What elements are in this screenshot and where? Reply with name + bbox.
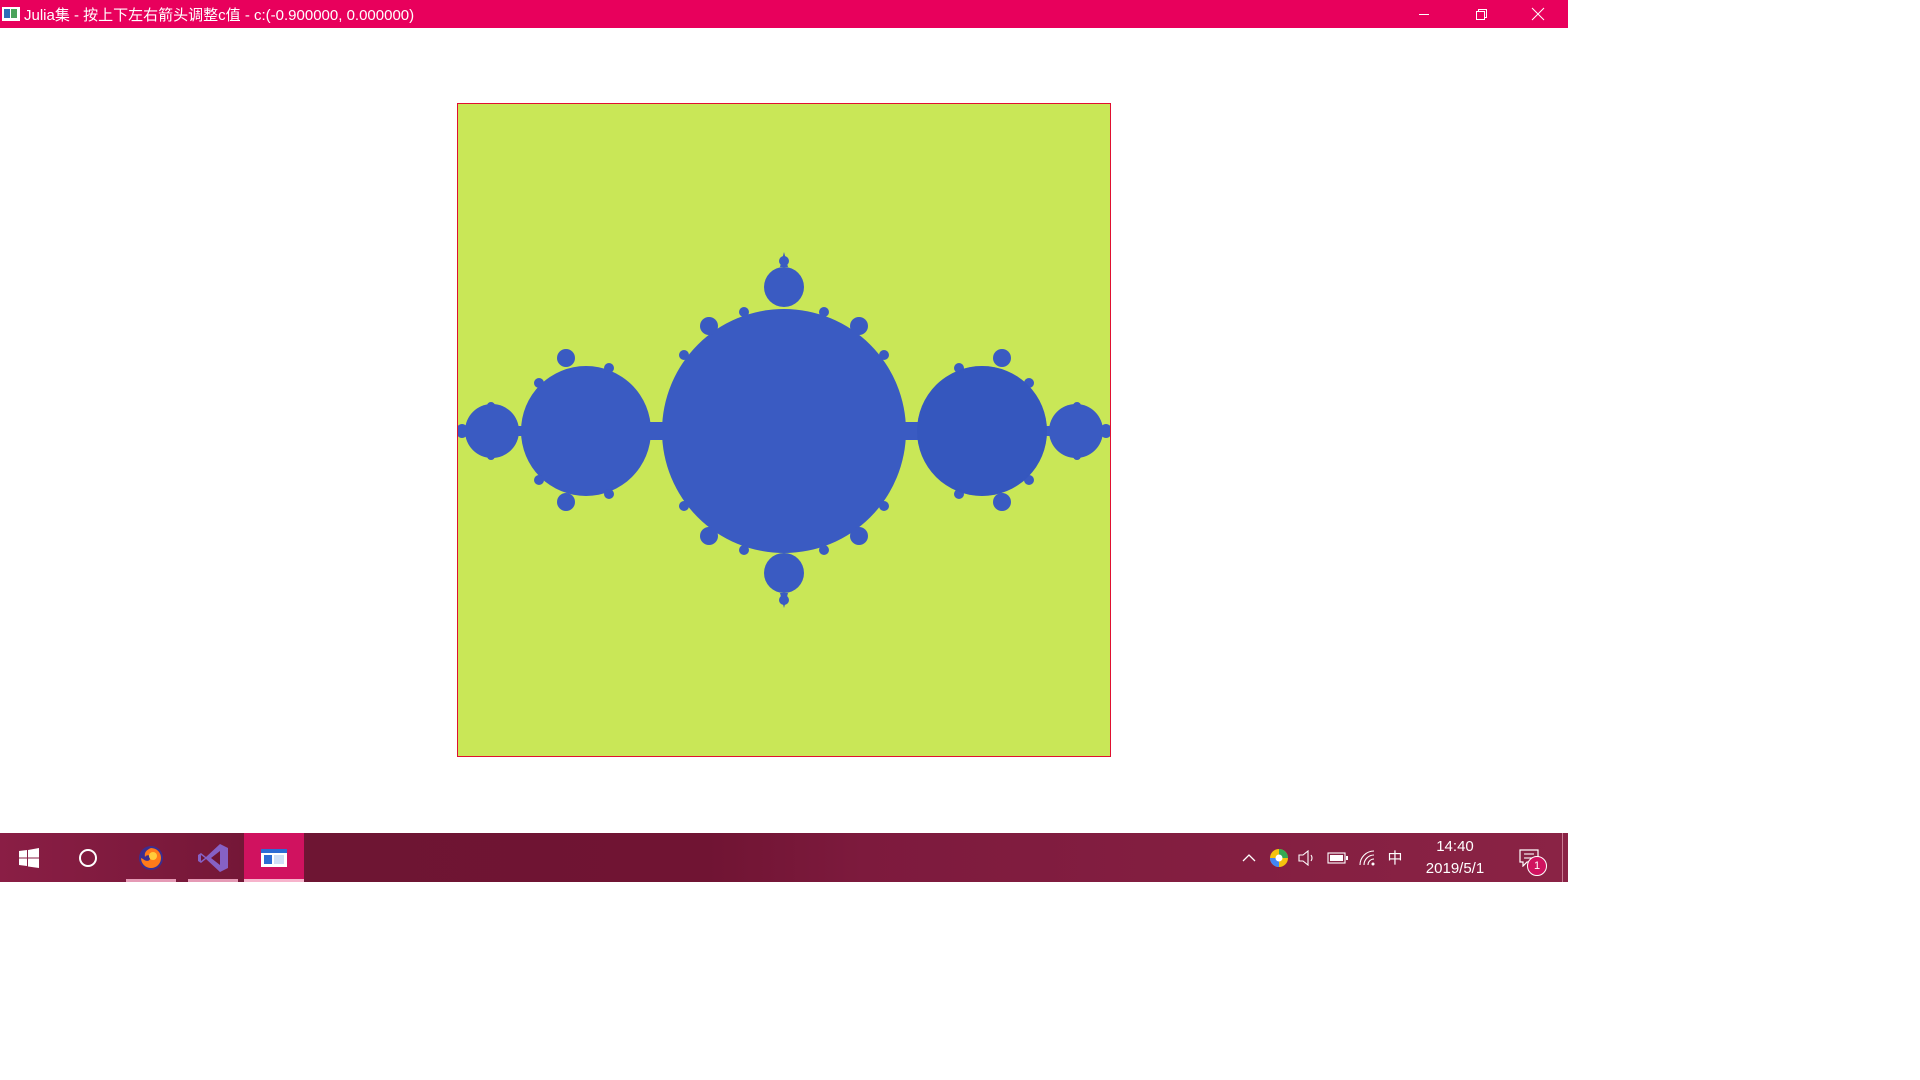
- taskbar-julia-app[interactable]: [244, 833, 304, 882]
- visual-studio-icon: [198, 843, 228, 872]
- restore-button[interactable]: [1452, 0, 1509, 28]
- julia-fractal-image: [458, 104, 1110, 756]
- clock-date: 2019/5/1: [1425, 860, 1485, 877]
- close-icon: [1531, 7, 1544, 21]
- window-titlebar[interactable]: Julia集 - 按上下左右箭头调整c值 - c:(-0.900000, 0.0…: [0, 0, 1568, 28]
- volume-icon: [1298, 849, 1313, 866]
- battery-button[interactable]: [1325, 833, 1351, 882]
- cortana-search-icon: [79, 848, 97, 867]
- close-button[interactable]: [1509, 0, 1566, 28]
- show-desktop-button[interactable]: [1562, 833, 1563, 882]
- wifi-icon: [1359, 849, 1375, 865]
- clock-button[interactable]: 14:40 2019/5/1: [1416, 833, 1494, 882]
- window-title: Julia集 - 按上下左右箭头调整c值 - c:(-0.900000, 0.0…: [24, 6, 415, 24]
- battery-icon: [1327, 851, 1348, 864]
- chevron-up-icon: [1242, 853, 1256, 861]
- taskbar-firefox[interactable]: [126, 833, 176, 882]
- app-window-icon: [2, 7, 20, 21]
- show-hidden-icons-button[interactable]: [1238, 833, 1260, 882]
- cortana-search-button[interactable]: [63, 833, 113, 882]
- volume-button[interactable]: [1296, 833, 1318, 882]
- taskbar-visual-studio[interactable]: [188, 833, 238, 882]
- start-button[interactable]: [4, 833, 54, 882]
- windows-start-icon: [19, 847, 39, 868]
- tray-app-button[interactable]: [1266, 833, 1292, 882]
- notification-count-badge: 1: [1527, 856, 1547, 876]
- ime-indicator[interactable]: 中: [1384, 833, 1406, 882]
- firefox-icon: [139, 845, 163, 870]
- minimize-icon: [1418, 14, 1429, 15]
- network-button[interactable]: [1356, 833, 1380, 882]
- taskbar: 中: [0, 833, 1568, 882]
- julia-fractal-canvas[interactable]: [457, 103, 1111, 757]
- app-tray-icon: [1270, 848, 1288, 867]
- julia-app-window-icon: [261, 848, 287, 867]
- restore-icon: [1475, 9, 1487, 20]
- clock-time: 14:40: [1436, 838, 1474, 855]
- minimize-button[interactable]: [1395, 0, 1452, 28]
